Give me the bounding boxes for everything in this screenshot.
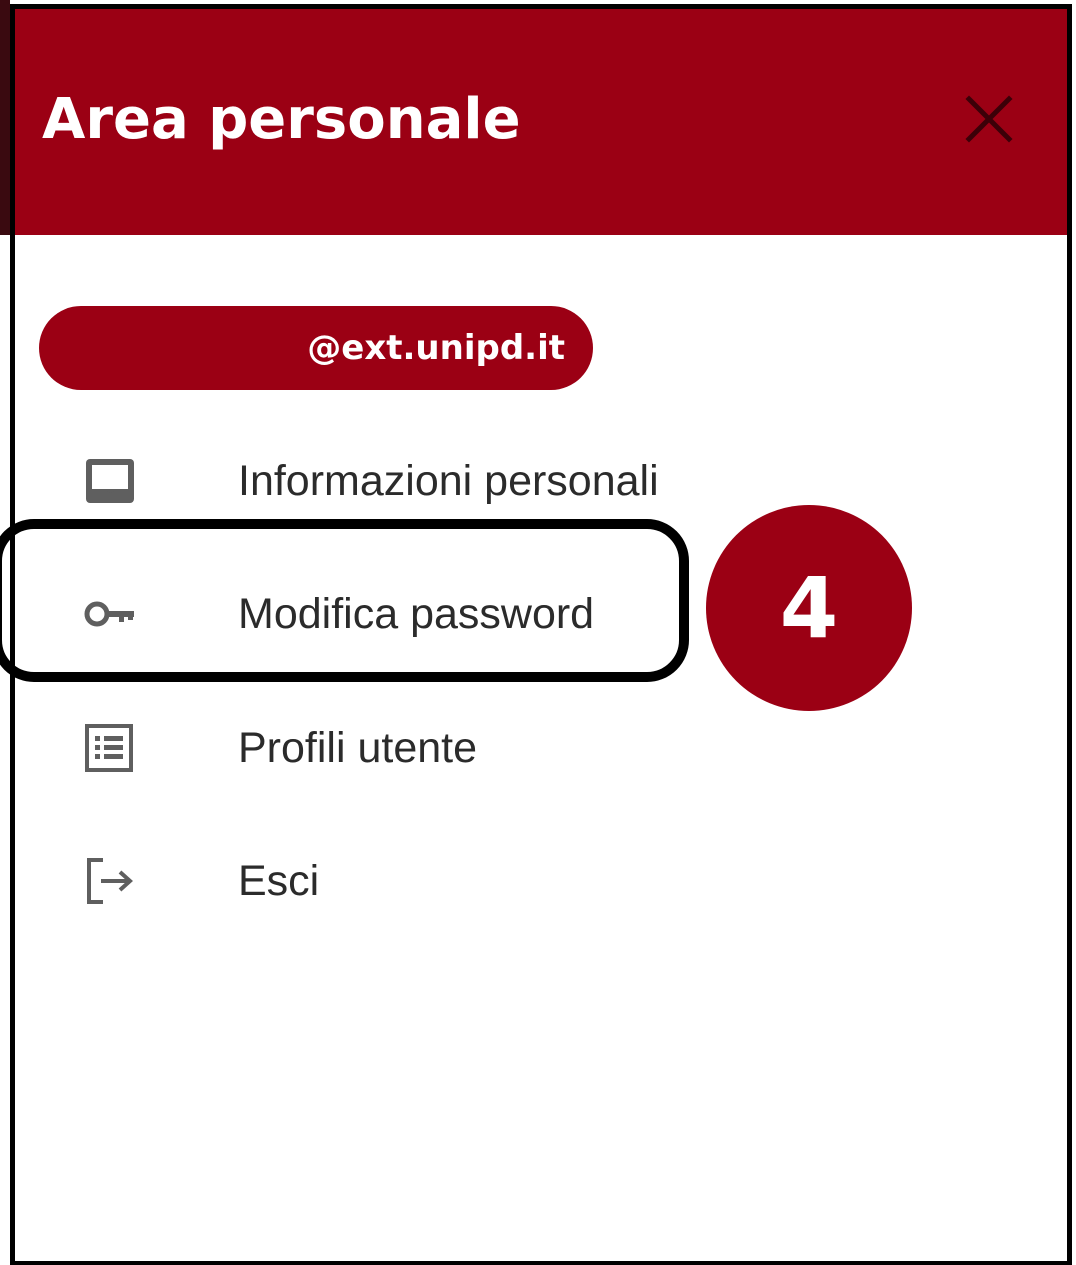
drawer-header: Area personale xyxy=(15,9,1067,235)
logout-icon xyxy=(87,858,133,904)
drawer-title: Area personale xyxy=(42,87,521,152)
personal-area-drawer: Area personale @ext.unipd.it Informazion… xyxy=(10,4,1072,1265)
menu-item-label: Modifica password xyxy=(238,590,595,638)
step-number: 4 xyxy=(779,559,839,657)
user-email: @ext.unipd.it xyxy=(307,328,565,368)
key-icon xyxy=(84,601,134,627)
close-button[interactable] xyxy=(959,89,1019,149)
background-page-strip xyxy=(0,0,10,235)
menu-item-label: Informazioni personali xyxy=(238,457,659,505)
list-icon xyxy=(85,724,133,772)
menu-item-change-password[interactable]: Modifica password xyxy=(15,564,705,664)
page: Area personale @ext.unipd.it Informazion… xyxy=(0,0,1076,1265)
inbox-icon xyxy=(86,459,134,503)
tutorial-step-badge: 4 xyxy=(706,505,912,711)
close-icon xyxy=(965,95,1013,143)
menu-item-label: Esci xyxy=(238,857,320,905)
menu-item-label: Profili utente xyxy=(238,724,478,772)
menu-item-user-profiles[interactable]: Profili utente xyxy=(15,698,705,798)
user-email-badge: @ext.unipd.it xyxy=(39,306,593,390)
menu-item-personal-info[interactable]: Informazioni personali xyxy=(15,431,705,531)
menu-item-logout[interactable]: Esci xyxy=(15,831,705,931)
